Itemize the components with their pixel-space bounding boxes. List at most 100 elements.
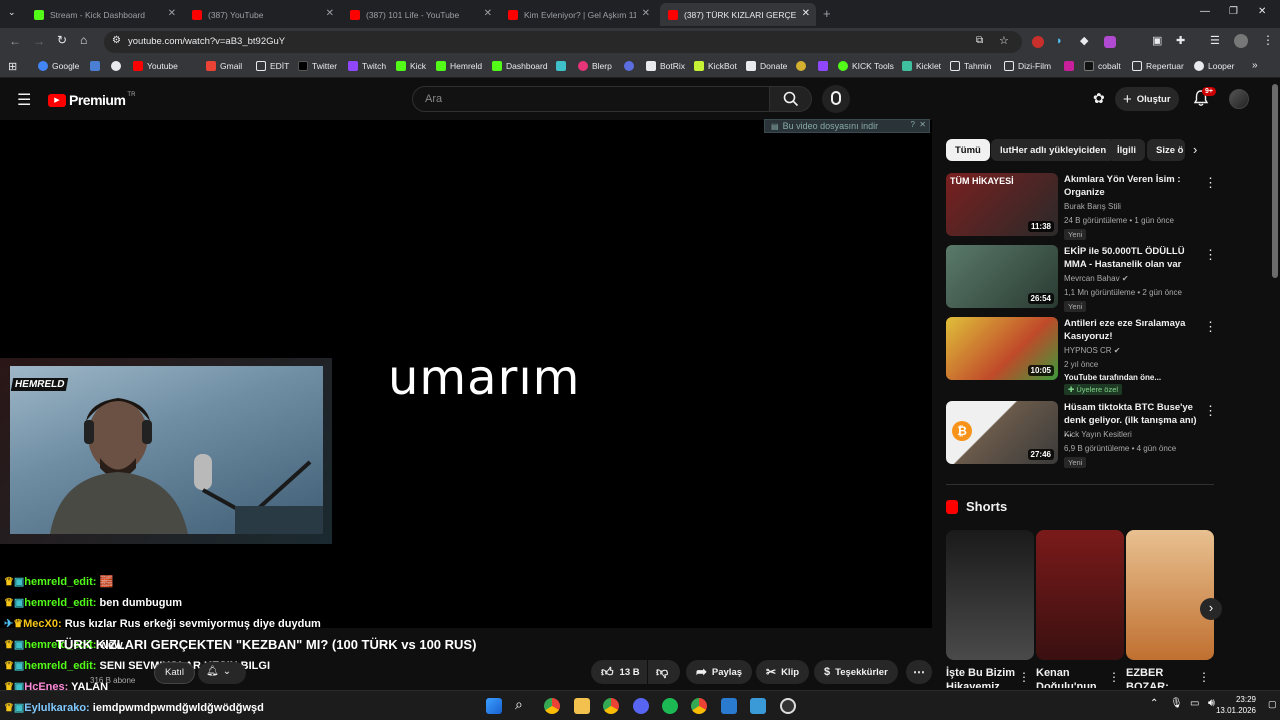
bookmark-gmail[interactable]: Gmail [206,61,242,71]
bookmark-dashboard[interactable]: Dashboard [492,61,548,71]
video-thumbnail[interactable]: 26:54 [946,245,1058,308]
search-input[interactable]: Ara [412,86,770,112]
search-icon[interactable]: ⌕ [515,696,523,713]
file-explorer-icon[interactable] [574,698,590,714]
bookmark-blank[interactable] [556,61,570,71]
download-video-banner[interactable]: ▤ Bu video dosyasını indir ? ✕ [764,119,930,133]
clip-button[interactable]: ✂ Klip [756,660,810,684]
bookmark-blerp[interactable]: Blerp [578,61,612,71]
notifications-button[interactable]: 9+ [1193,87,1216,107]
bookmark-botrix[interactable]: BotRix [646,61,685,71]
bookmark-cobalt[interactable]: cobalt [1084,61,1121,71]
microphone-icon[interactable]: 🎙︎ [1170,698,1183,709]
extension-icon[interactable]: ◆ [1080,34,1088,47]
recommended-video[interactable]: TÜM HİKAYESİ 11:38 Akımlara Yön Veren İs… [946,173,1217,240]
back-icon[interactable]: ← [9,34,21,48]
bookmark-youtube[interactable]: Youtube [133,61,178,71]
volume-icon[interactable]: 🔊︎ [1208,697,1215,710]
tab-close-icon[interactable]: ✕ [168,8,176,19]
chevron-right-icon[interactable]: › [1193,142,1197,157]
tab-turk-kizlari[interactable]: (387) TÜRK KIZLARI GERÇEKTEN ✕ [660,3,816,26]
site-info-icon[interactable]: ⚙ [112,35,121,46]
system-clock[interactable]: 23:29 13.01.2026 [1216,694,1256,716]
discord-icon[interactable] [633,698,649,714]
bookmark-r[interactable] [624,61,638,71]
more-vertical-icon[interactable]: ⋮ [1018,670,1030,684]
tab-search-chevron-icon[interactable]: ⌄ [8,7,16,18]
like-button[interactable]: 👍︎ 13 B [591,660,647,684]
chrome-icon[interactable] [603,698,619,714]
extensions-puzzle-icon[interactable]: ✚ [1176,34,1185,47]
start-windows-icon[interactable] [486,698,502,714]
app-icon[interactable] [721,698,737,714]
share-button[interactable]: ➦ Paylaş [686,660,753,684]
create-button[interactable]: + Oluştur [1115,87,1179,111]
tab-youtube[interactable]: (387) YouTube ✕ [184,3,340,26]
hamburger-menu-icon[interactable]: ☰ [17,90,31,110]
chip-from-uploader[interactable]: lutHer adlı yükleyiciden [991,139,1116,161]
video-thumbnail[interactable]: ₿ 27:46 [946,401,1058,464]
tab-close-icon[interactable]: ✕ [642,8,650,19]
bookmark-looper[interactable]: Looper [1194,61,1234,71]
bookmark-edit[interactable]: EDİT [256,61,289,71]
bookmark-ext2[interactable] [818,61,832,71]
forward-icon[interactable]: → [33,34,45,48]
bookmark-bookmark-icon[interactable] [90,61,104,71]
bookmark-star-icon[interactable]: ☆ [999,34,1009,47]
display-icon[interactable]: ▭ [1190,698,1199,709]
extension-icon[interactable]: ◗ [1056,35,1063,47]
chip-all[interactable]: Tümü [946,139,990,161]
new-tab-icon[interactable]: + [823,6,831,21]
chip-related[interactable]: İlgili [1108,139,1145,161]
reading-list-icon[interactable]: ☰ [1210,34,1220,47]
search-button[interactable] [770,86,812,112]
video-thumbnail[interactable]: 10:05 [946,317,1058,380]
recommended-video[interactable]: 10:05 Antileri eze eze Sıralamaya Kasıyo… [946,317,1217,395]
tab-kick-dashboard[interactable]: Stream - Kick Dashboard ✕ [26,3,182,26]
page-scrollbar[interactable] [1272,84,1278,278]
recommended-video[interactable]: ₿ 27:46 Hüsam tiktokta BTC Buse'ye denk … [946,401,1217,468]
bookmark-google-icon[interactable] [111,61,125,71]
bookmark-donate[interactable]: Donate [746,61,787,71]
app-icon[interactable] [750,698,766,714]
chip-for-you[interactable]: Size ö [1147,139,1185,161]
more-vertical-icon[interactable]: ⋮ [1204,319,1217,335]
more-bookmarks-icon[interactable]: » [1252,60,1258,71]
extension-icon[interactable]: ▣ [1152,34,1162,47]
bookmark-dizi-film[interactable]: Dizi-Film [1004,61,1051,71]
shorts-next-button[interactable]: › [1200,598,1222,620]
close-icon[interactable]: ✕ [919,120,926,129]
tab-101-life[interactable]: (387) 101 Life - YouTube ✕ [342,3,498,26]
bookmark-kickbot[interactable]: KickBot [694,61,737,71]
bookmark-repertuar[interactable]: Repertuar [1132,61,1184,71]
tab-close-icon[interactable]: ✕ [326,8,334,19]
extension-icon[interactable] [1104,36,1116,48]
short-thumbnail[interactable] [1036,530,1124,660]
bookmark-kick-tools[interactable]: KICK Tools [838,61,894,71]
extension-icon[interactable] [1032,36,1044,48]
tab-kim-evleniyor[interactable]: Kim Evleniyor? | Gel Aşkım 11. ✕ [500,3,656,26]
maximize-icon[interactable]: ❐ [1229,6,1238,17]
join-button[interactable]: Katıl [154,662,196,684]
spotify-icon[interactable] [662,698,678,714]
minimize-icon[interactable]: — [1200,6,1210,17]
account-avatar[interactable] [1229,89,1249,109]
bookmark-y[interactable] [1064,61,1078,71]
more-actions-button[interactable]: ⋯ [906,660,932,684]
subscribe-bell-button[interactable]: 🔔︎ ⌄ [198,662,246,684]
home-icon[interactable]: ⌂ [80,33,87,47]
help-icon[interactable]: ? [911,120,915,129]
bookmark-kick[interactable]: Kick [396,61,426,71]
bookmark-hemreld[interactable]: Hemreld [436,61,482,71]
more-vertical-icon[interactable]: ⋮ [1204,175,1217,191]
short-thumbnail[interactable] [946,530,1034,660]
browser-menu-icon[interactable]: ⋮ [1262,33,1274,47]
extension-icon[interactable]: ✿ [1093,90,1105,107]
more-vertical-icon[interactable]: ⋮ [1198,670,1210,684]
notifications-icon[interactable]: ▢ [1268,699,1277,710]
address-bar[interactable]: ⚙ youtube.com/watch?v=aB3_bt92GuY ⧉ ☆ [104,31,1022,53]
more-vertical-icon[interactable]: ⋮ [1204,403,1217,419]
dislike-button[interactable]: 👎︎ [648,660,680,684]
youtube-logo[interactable]: ▶ Premium TR [48,92,135,108]
short-thumbnail[interactable] [1126,530,1214,660]
